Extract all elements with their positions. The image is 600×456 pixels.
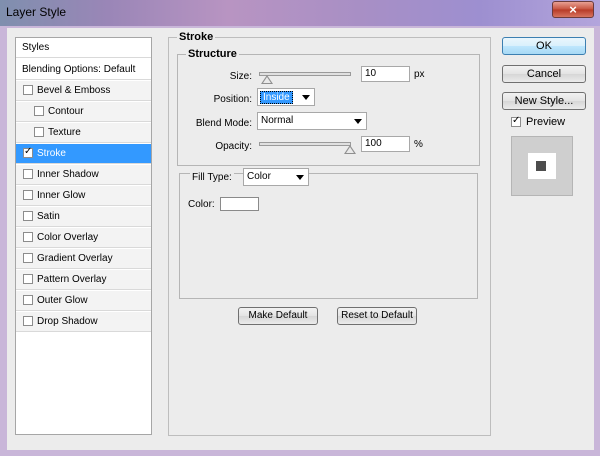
inner-glow-checkbox[interactable] [23, 190, 33, 200]
preview-swatch [536, 161, 546, 171]
contour-checkbox[interactable] [34, 106, 44, 116]
fill-type-value: Color [247, 171, 271, 182]
drop-shadow-checkbox[interactable] [23, 316, 33, 326]
opacity-slider[interactable] [259, 142, 351, 146]
style-item-label: Inner Shadow [37, 169, 99, 180]
style-item-inner-shadow[interactable]: Inner Shadow [16, 165, 151, 185]
structure-title: Structure [186, 48, 239, 60]
style-item-label: Stroke [37, 148, 66, 159]
close-button[interactable]: × [552, 1, 594, 18]
ok-button[interactable]: OK [502, 37, 586, 55]
stroke-settings-group: Stroke Structure Size: 10 px Position: I… [168, 31, 491, 436]
stroke-color-swatch[interactable] [220, 197, 259, 211]
dialog-body: Styles Blending Options: Default Bevel &… [7, 28, 594, 450]
blend-mode-label: Blend Mode: [195, 118, 252, 129]
styles-header[interactable]: Styles [16, 38, 151, 58]
outer-glow-checkbox[interactable] [23, 295, 33, 305]
chevron-down-icon [354, 119, 362, 124]
texture-checkbox[interactable] [34, 127, 44, 137]
title-bar[interactable]: Layer Style × [0, 0, 600, 26]
style-item-pattern-overlay[interactable]: Pattern Overlay [16, 270, 151, 290]
style-item-outer-glow[interactable]: Outer Glow [16, 291, 151, 311]
preview-label: Preview [526, 116, 566, 128]
style-item-label: Drop Shadow [37, 316, 98, 327]
opacity-unit: % [414, 139, 423, 150]
color-label: Color: [188, 199, 215, 210]
size-slider-handle[interactable] [261, 75, 273, 84]
style-item-gradient-overlay[interactable]: Gradient Overlay [16, 249, 151, 269]
chevron-down-icon [296, 175, 304, 180]
style-item-color-overlay[interactable]: Color Overlay [16, 228, 151, 248]
cancel-button[interactable]: Cancel [502, 65, 586, 83]
preview-layer [528, 153, 556, 179]
reset-to-default-button[interactable]: Reset to Default [337, 307, 417, 325]
gradient-overlay-checkbox[interactable] [23, 253, 33, 263]
style-item-label: Bevel & Emboss [37, 85, 111, 96]
style-item-label: Satin [37, 211, 60, 222]
style-item-drop-shadow[interactable]: Drop Shadow [16, 312, 151, 332]
position-select[interactable]: Inside [257, 88, 315, 106]
pattern-overlay-checkbox[interactable] [23, 274, 33, 284]
color-overlay-checkbox[interactable] [23, 232, 33, 242]
layer-style-dialog: Layer Style × Styles Blending Options: D… [0, 0, 600, 456]
style-item-bevel-emboss[interactable]: Bevel & Emboss [16, 81, 151, 101]
new-style-button[interactable]: New Style... [502, 92, 586, 110]
bevel-emboss-checkbox[interactable] [23, 85, 33, 95]
style-item-label: Contour [48, 106, 84, 117]
preview-checkbox[interactable] [511, 115, 521, 127]
style-item-satin[interactable]: Satin [16, 207, 151, 227]
style-item-label: Texture [48, 127, 81, 138]
size-unit: px [414, 69, 425, 80]
position-value: Inside [260, 91, 293, 104]
fill-type-label: Fill Type: [190, 172, 234, 183]
chevron-down-icon [302, 95, 310, 100]
styles-header-label: Styles [22, 42, 50, 53]
window-title: Layer Style [6, 5, 67, 19]
styles-list: Styles Blending Options: Default Bevel &… [15, 37, 152, 435]
opacity-slider-handle[interactable] [344, 145, 356, 154]
style-item-label: Inner Glow [37, 190, 86, 201]
structure-group: Structure Size: 10 px Position: Inside B… [177, 48, 480, 166]
blend-mode-value: Normal [261, 115, 294, 126]
style-item-label: Gradient Overlay [37, 253, 113, 264]
style-preview-thumbnail [511, 136, 573, 196]
style-item-texture[interactable]: Texture [16, 123, 151, 143]
stroke-checkbox[interactable] [23, 146, 33, 158]
style-item-label: Pattern Overlay [37, 274, 107, 285]
style-item-label: Color Overlay [37, 232, 99, 243]
size-label: Size: [229, 71, 252, 82]
style-item-stroke[interactable]: Stroke [16, 144, 151, 164]
satin-checkbox[interactable] [23, 211, 33, 221]
blending-options-label: Blending Options: Default [22, 64, 136, 75]
fill-group: Fill Type: Color Color: [179, 168, 478, 299]
fill-type-select[interactable]: Color [243, 168, 309, 186]
blending-options-item[interactable]: Blending Options: Default [16, 60, 151, 80]
stroke-title: Stroke [177, 31, 216, 43]
close-icon: × [569, 2, 577, 17]
position-label: Position: [213, 94, 252, 105]
blend-mode-select[interactable]: Normal [257, 112, 367, 130]
make-default-button[interactable]: Make Default [238, 307, 318, 325]
inner-shadow-checkbox[interactable] [23, 169, 33, 179]
size-input[interactable]: 10 [361, 66, 410, 82]
opacity-label: Opacity: [215, 141, 252, 152]
style-item-contour[interactable]: Contour [16, 102, 151, 122]
style-item-label: Outer Glow [37, 295, 88, 306]
opacity-input[interactable]: 100 [361, 136, 410, 152]
style-item-inner-glow[interactable]: Inner Glow [16, 186, 151, 206]
